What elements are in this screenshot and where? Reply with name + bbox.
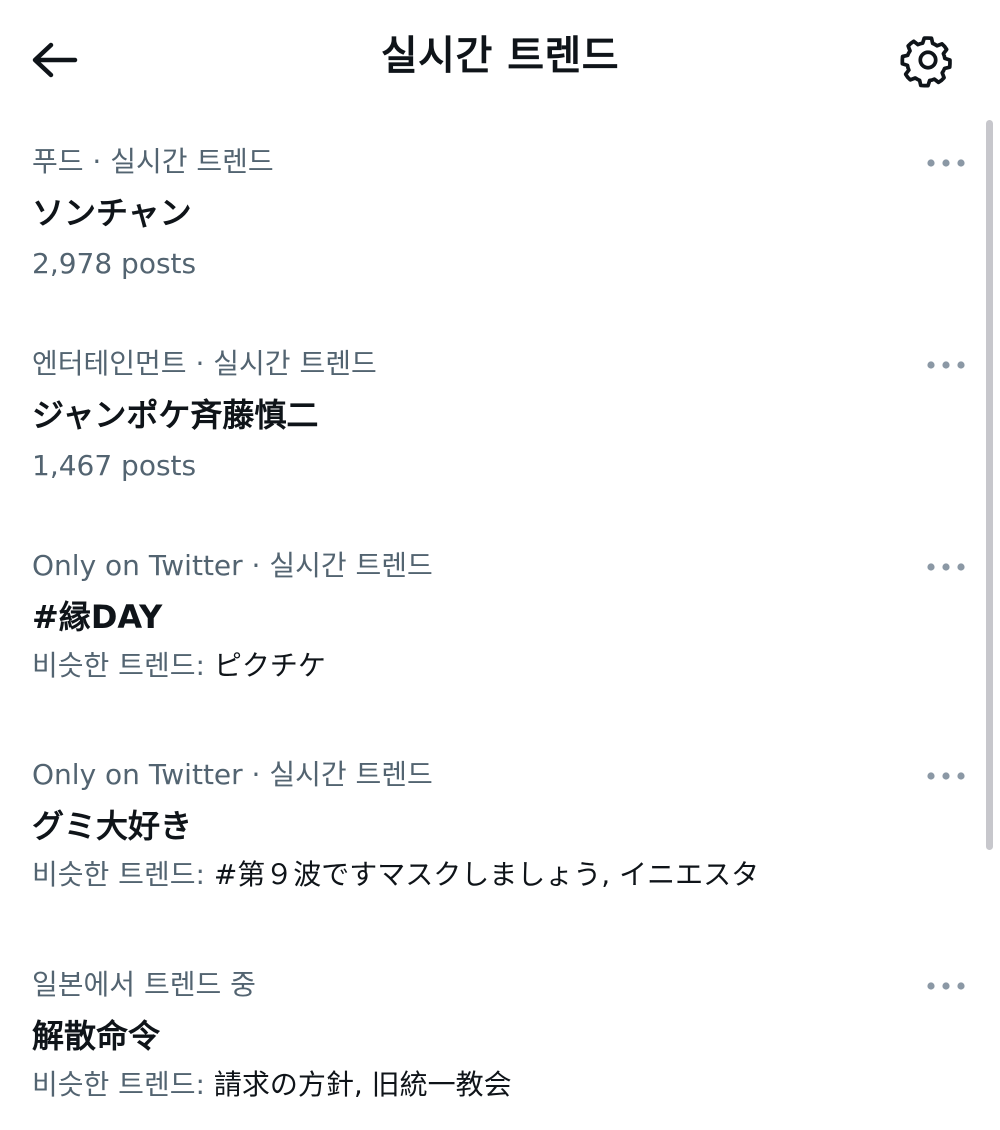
more-horizontal-icon — [927, 159, 965, 167]
scrollbar[interactable] — [986, 120, 993, 850]
more-options-button[interactable] — [920, 148, 972, 178]
trend-name: グミ大好き — [32, 807, 193, 845]
top-bar: 실시간 트렌드 — [0, 0, 1000, 115]
more-options-button[interactable] — [920, 761, 972, 791]
trend-name: 解散命令 — [32, 1017, 161, 1055]
more-horizontal-icon — [927, 982, 965, 990]
settings-button[interactable] — [896, 28, 960, 92]
trend-name: ソンチャン — [32, 194, 192, 232]
trend-post-count: 2,978 posts — [32, 247, 197, 280]
more-horizontal-icon — [927, 772, 965, 780]
page-title: 실시간 트렌드 — [380, 33, 620, 79]
trend-context: Only on Twitter · 실시간 트렌드 — [32, 758, 433, 791]
more-horizontal-icon — [927, 563, 965, 571]
related-trends-values: #第９波ですマスクしましょう, イニエスタ — [213, 858, 760, 891]
more-horizontal-icon — [927, 361, 965, 369]
trend-item[interactable]: 엔터테인먼트 · 실시간 트렌드 ジャンポケ斉藤慎二 1,467 posts — [0, 332, 985, 522]
related-trends-label: 비슷한 트렌드: — [32, 649, 205, 682]
trend-post-count: 1,467 posts — [32, 449, 197, 482]
related-trends: 비슷한 트렌드: 請求の方針, 旧統一教会 — [32, 1067, 512, 1103]
related-trends: 비슷한 트렌드: ピクチケ — [32, 648, 326, 684]
related-trends-label: 비슷한 트렌드: — [32, 1068, 205, 1101]
related-trends: 비슷한 트렌드: #第９波ですマスクしましょう, イニエスタ — [32, 857, 759, 893]
trend-context: 일본에서 트렌드 중 — [32, 968, 256, 1001]
trend-context: 푸드 · 실시간 트렌드 — [32, 145, 274, 178]
trend-name: ジャンポケ斉藤慎二 — [32, 396, 319, 434]
more-options-button[interactable] — [920, 350, 972, 380]
trend-context: Only on Twitter · 실시간 트렌드 — [32, 549, 433, 582]
trend-item[interactable]: Only on Twitter · 실시간 트렌드 グミ大好き 비슷한 트렌드:… — [0, 743, 985, 938]
trend-item[interactable]: Only on Twitter · 실시간 트렌드 #縁DAY 비슷한 트렌드:… — [0, 534, 985, 729]
trend-item[interactable]: 푸드 · 실시간 트렌드 ソンチャン 2,978 posts — [0, 130, 985, 320]
trend-context: 엔터테인먼트 · 실시간 트렌드 — [32, 347, 377, 380]
gear-icon — [900, 36, 952, 88]
more-options-button[interactable] — [920, 971, 972, 1001]
trend-item[interactable]: 일본에서 트렌드 중 解散命令 비슷한 트렌드: 請求の方針, 旧統一教会 — [0, 953, 985, 1123]
more-options-button[interactable] — [920, 552, 972, 582]
related-trends-label: 비슷한 트렌드: — [32, 858, 205, 891]
related-trends-values: ピクチケ — [213, 649, 326, 682]
trend-name: #縁DAY — [32, 598, 163, 636]
related-trends-values: 請求の方針, 旧統一教会 — [213, 1068, 512, 1101]
